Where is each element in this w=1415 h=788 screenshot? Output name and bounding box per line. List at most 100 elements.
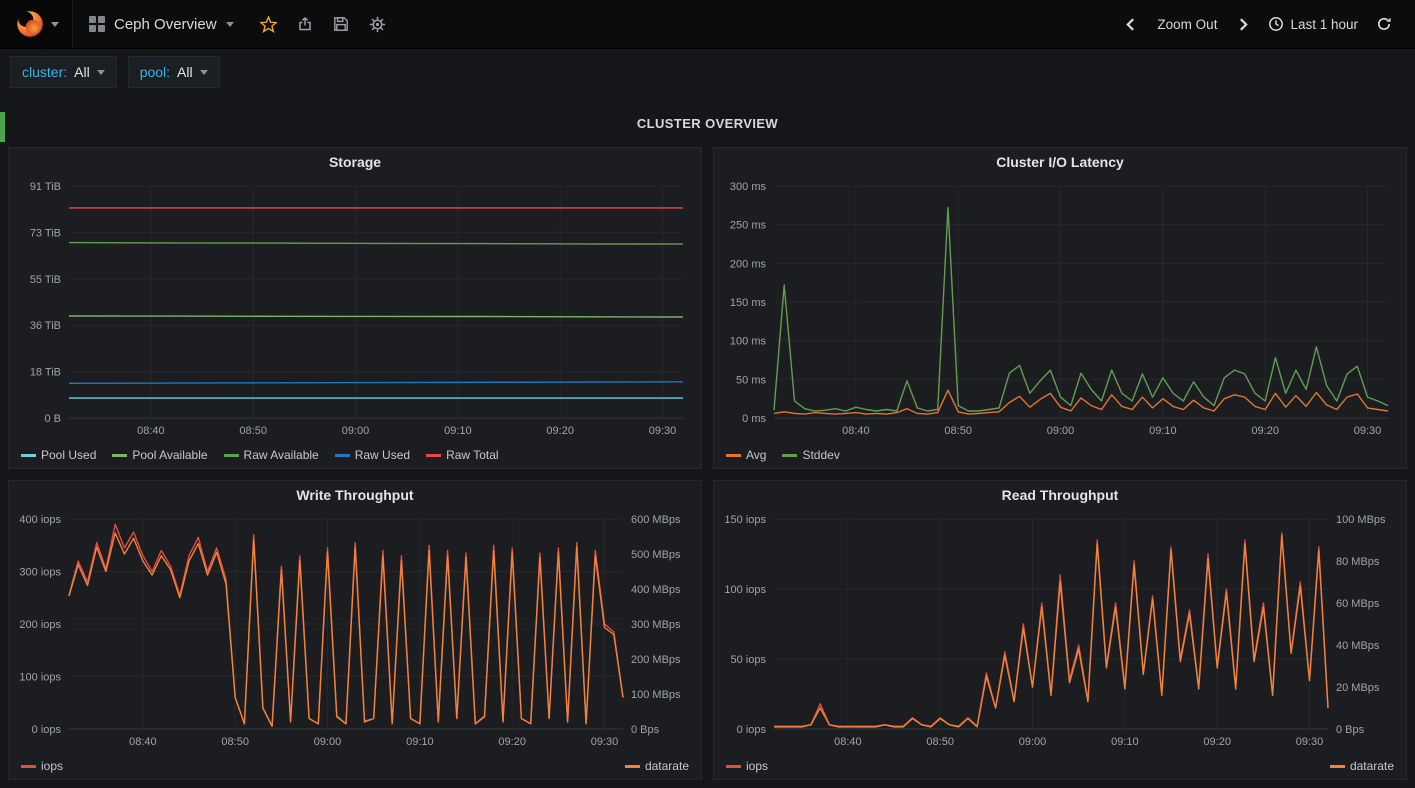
svg-text:60 MBps: 60 MBps <box>1336 598 1380 610</box>
legend-label: Raw Total <box>446 448 498 462</box>
svg-text:400 iops: 400 iops <box>19 514 61 526</box>
svg-text:09:30: 09:30 <box>649 425 677 437</box>
svg-text:09:00: 09:00 <box>342 425 370 437</box>
variable-pool[interactable]: pool: All <box>128 56 220 88</box>
legend-item-datarate[interactable]: datarate <box>625 759 689 773</box>
grafana-logo-icon <box>14 8 46 40</box>
legend-item-datarate[interactable]: datarate <box>1330 759 1394 773</box>
legend-label: iops <box>41 759 63 773</box>
svg-text:200 iops: 200 iops <box>19 619 61 631</box>
time-range-button[interactable]: Last 1 hour <box>1259 0 1367 48</box>
svg-text:08:50: 08:50 <box>239 425 267 437</box>
write-throughput-chart[interactable]: 08:4008:5009:0009:1009:2009:300 iops100 … <box>9 509 701 753</box>
share-button[interactable] <box>287 0 323 48</box>
legend-swatch <box>782 454 797 457</box>
svg-text:40 MBps: 40 MBps <box>1336 640 1380 652</box>
panel-write-throughput: Write Throughput 08:4008:5009:0009:1009:… <box>8 480 702 780</box>
latency-chart[interactable]: 08:4008:5009:0009:1009:2009:300 ms50 ms1… <box>714 176 1406 442</box>
settings-button[interactable] <box>359 0 396 48</box>
svg-text:300 ms: 300 ms <box>730 181 767 193</box>
chevron-down-icon <box>200 70 208 75</box>
row-header: CLUSTER OVERVIEW <box>0 115 1415 139</box>
svg-text:09:10: 09:10 <box>406 736 434 748</box>
svg-text:09:20: 09:20 <box>1203 736 1231 748</box>
dashboard-grid-icon <box>89 16 105 32</box>
refresh-button[interactable] <box>1367 0 1401 48</box>
legend-label: datarate <box>1350 759 1394 773</box>
chevron-down-icon <box>97 70 105 75</box>
legend-item-pool-available[interactable]: Pool Available <box>112 448 207 462</box>
row-title[interactable]: CLUSTER OVERVIEW <box>637 116 778 131</box>
panel-storage: Storage 08:4008:5009:0009:1009:2009:300 … <box>8 147 702 469</box>
svg-text:91 TiB: 91 TiB <box>30 181 61 193</box>
svg-text:09:30: 09:30 <box>1354 425 1382 437</box>
gear-icon <box>369 16 386 33</box>
svg-text:09:30: 09:30 <box>591 736 619 748</box>
legend-swatch <box>426 454 441 457</box>
panel-title[interactable]: Cluster I/O Latency <box>714 148 1406 176</box>
svg-text:100 MBps: 100 MBps <box>1336 514 1386 526</box>
svg-text:200 MBps: 200 MBps <box>631 654 681 666</box>
read-throughput-chart[interactable]: 08:4008:5009:0009:1009:2009:300 iops50 i… <box>714 509 1406 753</box>
dashboard-picker[interactable]: Ceph Overview <box>72 0 250 48</box>
svg-text:600 MBps: 600 MBps <box>631 514 681 526</box>
svg-text:0 Bps: 0 Bps <box>1336 724 1365 736</box>
legend-swatch <box>112 454 127 457</box>
save-button[interactable] <box>323 0 359 48</box>
variable-cluster[interactable]: cluster: All <box>10 56 117 88</box>
legend-item-iops[interactable]: iops <box>726 759 768 773</box>
legend-item-stddev[interactable]: Stddev <box>782 448 839 462</box>
svg-text:09:00: 09:00 <box>314 736 342 748</box>
dashboard-actions <box>250 0 396 48</box>
star-button[interactable] <box>250 0 287 48</box>
panel-title[interactable]: Storage <box>9 148 701 176</box>
svg-text:09:20: 09:20 <box>546 425 574 437</box>
legend-swatch <box>726 765 741 768</box>
legend-item-avg[interactable]: Avg <box>726 448 766 462</box>
time-forward-button[interactable] <box>1228 0 1259 48</box>
panel-title[interactable]: Read Throughput <box>714 481 1406 509</box>
svg-text:08:40: 08:40 <box>842 425 870 437</box>
svg-text:0 ms: 0 ms <box>742 413 766 425</box>
svg-text:150 iops: 150 iops <box>724 514 766 526</box>
legend-item-pool-used[interactable]: Pool Used <box>21 448 96 462</box>
svg-text:09:00: 09:00 <box>1047 425 1075 437</box>
legend: iops datarate <box>9 753 701 779</box>
svg-text:08:40: 08:40 <box>137 425 165 437</box>
zoom-out-button[interactable]: Zoom Out <box>1148 0 1226 48</box>
panel-read-throughput: Read Throughput 08:4008:5009:0009:1009:2… <box>713 480 1407 780</box>
time-back-button[interactable] <box>1115 0 1146 48</box>
storage-chart[interactable]: 08:4008:5009:0009:1009:2009:300 B18 TiB3… <box>9 176 701 442</box>
navbar: Ceph Overview <box>0 0 1415 49</box>
row-collapse-tab[interactable] <box>0 112 5 142</box>
svg-text:09:10: 09:10 <box>1149 425 1177 437</box>
svg-text:08:40: 08:40 <box>834 736 862 748</box>
chevron-right-icon <box>1237 17 1250 32</box>
svg-text:100 iops: 100 iops <box>19 672 61 684</box>
zoom-out-label: Zoom Out <box>1157 17 1217 32</box>
logo-caret-icon <box>51 22 59 27</box>
legend-item-raw-total[interactable]: Raw Total <box>426 448 498 462</box>
time-controls: Zoom Out Last 1 hour <box>1115 0 1415 48</box>
legend-item-raw-used[interactable]: Raw Used <box>335 448 410 462</box>
legend-swatch <box>21 454 36 457</box>
svg-text:18 TiB: 18 TiB <box>30 367 61 379</box>
variable-label: cluster: <box>22 64 67 80</box>
grafana-logo[interactable] <box>0 0 72 48</box>
svg-text:250 ms: 250 ms <box>730 220 767 232</box>
template-variables-bar: cluster: All pool: All <box>0 49 1415 95</box>
svg-text:36 TiB: 36 TiB <box>30 320 61 332</box>
panel-cluster-io-latency: Cluster I/O Latency 08:4008:5009:0009:10… <box>713 147 1407 469</box>
svg-text:09:20: 09:20 <box>1251 425 1279 437</box>
legend-item-raw-available[interactable]: Raw Available <box>224 448 319 462</box>
legend-item-iops[interactable]: iops <box>21 759 63 773</box>
svg-text:100 iops: 100 iops <box>724 584 766 596</box>
svg-text:500 MBps: 500 MBps <box>631 549 681 561</box>
legend-swatch <box>335 454 350 457</box>
legend-label: Pool Available <box>132 448 207 462</box>
time-range-label: Last 1 hour <box>1290 17 1358 32</box>
panel-title[interactable]: Write Throughput <box>9 481 701 509</box>
svg-text:400 MBps: 400 MBps <box>631 584 681 596</box>
svg-text:09:30: 09:30 <box>1296 736 1324 748</box>
svg-text:09:10: 09:10 <box>1111 736 1139 748</box>
